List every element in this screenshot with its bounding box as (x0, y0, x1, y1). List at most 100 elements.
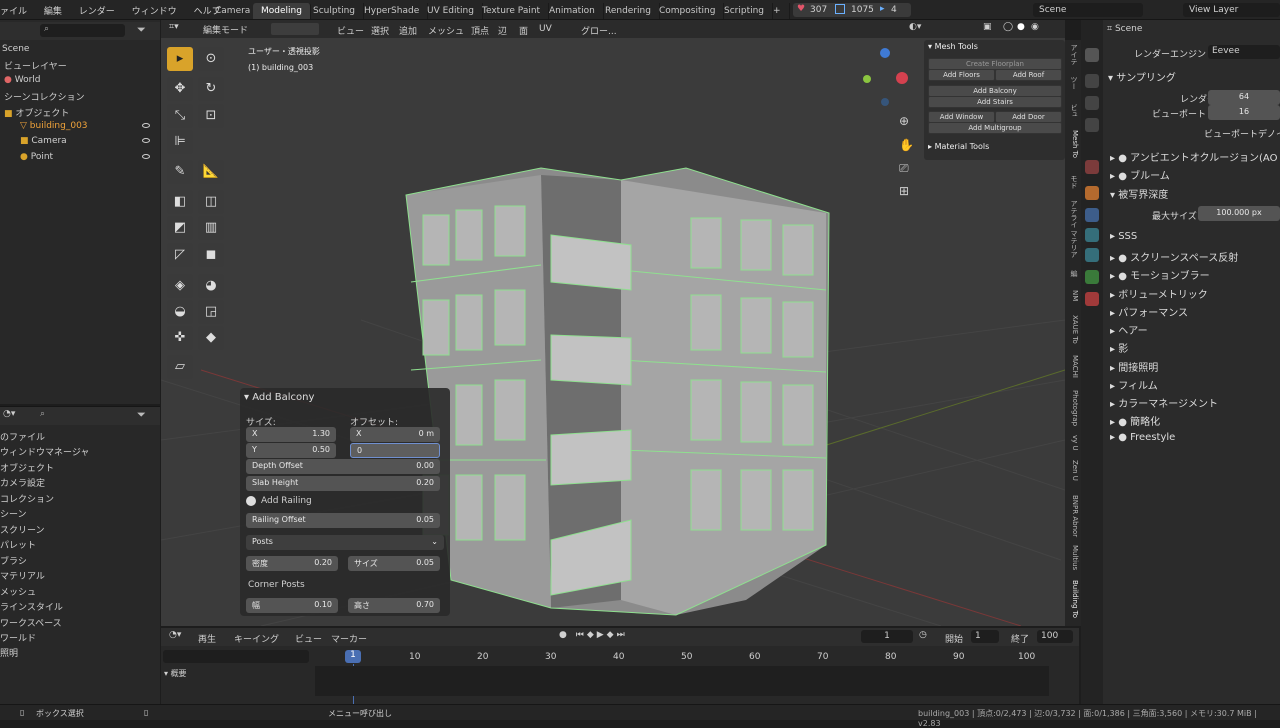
filter-icon[interactable]: ⏷ (137, 23, 146, 37)
measure-tool[interactable]: 📐 (198, 160, 224, 184)
edge-slide-tool[interactable]: ◒ (167, 300, 193, 324)
editor-type-icon[interactable]: ⌗▾ (169, 22, 179, 32)
n-tab-attr[interactable]: アテライ (1067, 200, 1079, 228)
outliner-item-camera[interactable]: ■ Camera (20, 136, 67, 146)
section-shadows[interactable]: ▸ 影 (1110, 340, 1128, 355)
list-item[interactable]: 照明 (0, 646, 18, 659)
extrude-tool[interactable]: ◧ (167, 190, 193, 214)
posts-dropdown[interactable]: Posts ⌄ (246, 535, 444, 550)
n-tab-tool[interactable]: ツー (1067, 76, 1079, 90)
outliner-search-input[interactable] (40, 24, 125, 37)
timeline-search-input[interactable] (163, 650, 309, 663)
list-item[interactable]: スクリーン (0, 523, 45, 536)
knife-tool[interactable]: ◸ (167, 243, 193, 267)
menu-edge[interactable]: 辺 (498, 24, 507, 37)
transform-orientation[interactable]: グロー... (581, 24, 617, 37)
playback-controls[interactable]: ● ⏮◆▶◆⏭ (559, 630, 628, 640)
n-tab-zen[interactable]: Zen U (1067, 460, 1079, 481)
tool-icon[interactable] (1085, 48, 1099, 62)
select-box-tool[interactable]: ▸ (167, 47, 193, 71)
menu-add[interactable]: 追加 (399, 24, 417, 37)
n-tab-nm[interactable]: NM (1067, 290, 1079, 301)
render-samples-field[interactable]: 64 (1208, 90, 1280, 105)
section-sss[interactable]: ▸ SSS (1110, 231, 1137, 242)
menu-uv[interactable]: UV (539, 24, 552, 34)
material-icon[interactable] (1085, 292, 1099, 306)
list-item[interactable]: ブラシ (0, 554, 27, 567)
n-tab-bnpr[interactable]: BNPR Abnor (1067, 495, 1079, 537)
shading-wire-icon[interactable]: ◯ (1003, 22, 1013, 32)
menu-window[interactable]: ウィンドウ (132, 7, 177, 17)
add-roof-button[interactable]: Add Roof (995, 69, 1062, 81)
view-menu[interactable]: ビュー (295, 632, 322, 645)
menu-view[interactable]: ビュー (337, 24, 364, 37)
pan-hand-icon[interactable]: ✋ (899, 138, 914, 152)
list-item[interactable]: メッシュ (0, 585, 36, 598)
list-item[interactable]: カメラ設定 (0, 476, 45, 489)
scene-icon[interactable] (1085, 160, 1099, 174)
summary-row[interactable]: ▾ 概要 (164, 668, 187, 679)
shrink-tool[interactable]: ◲ (198, 300, 224, 324)
operator-title[interactable]: ▾ Add Balcony (244, 392, 314, 403)
section-volumetrics[interactable]: ▸ ボリューメトリック (1110, 286, 1208, 301)
physics-icon[interactable] (1085, 248, 1099, 262)
section-color-management[interactable]: ▸ カラーマネージメント (1110, 395, 1218, 410)
section-hair[interactable]: ▸ ヘアー (1110, 322, 1148, 337)
width-field[interactable]: 幅 0.10 (246, 598, 338, 613)
outliner-view-layer[interactable]: ビューレイヤー (4, 59, 67, 72)
outliner-world[interactable]: ● World (4, 75, 41, 85)
max-size-field[interactable]: 100.000 px (1198, 206, 1280, 221)
cursor-tool[interactable]: ⊙ (198, 47, 224, 71)
section-motion-blur[interactable]: ▸ ● モーションブラー (1110, 267, 1210, 282)
height-field[interactable]: 高さ 0.70 (348, 598, 440, 613)
section-film[interactable]: ▸ フィルム (1110, 377, 1158, 392)
shear-tool[interactable]: ✜ (167, 326, 193, 350)
outliner-objects-collection[interactable]: ■ オブジェクト (4, 106, 69, 119)
n-tab-material[interactable]: マテリア (1067, 230, 1079, 258)
keying-menu[interactable]: キーイング (234, 632, 279, 645)
size-y-field[interactable]: Y 0.50 (246, 443, 336, 458)
scene-selector[interactable]: Scene (1033, 3, 1143, 17)
dopesheet-area[interactable] (315, 666, 1049, 696)
tab-compositing[interactable]: Compositing (651, 3, 725, 19)
ao-section[interactable]: ▸ ● アンビエントオクルージョン(AO (1110, 149, 1277, 164)
outliner-item-building[interactable]: ▽ building_003 (20, 121, 88, 131)
tab-texture-paint[interactable]: Texture Paint (474, 3, 550, 19)
rotate-tool[interactable]: ↻ (198, 77, 224, 101)
slab-height-field[interactable]: Slab Height 0.20 (246, 476, 440, 491)
spin-tool[interactable]: ◈ (167, 274, 193, 298)
section-performance[interactable]: ▸ パフォーマンス (1110, 304, 1188, 319)
render-engine-select[interactable]: Eevee (1208, 45, 1280, 59)
add-multigroup-button[interactable]: Add Multigroup (928, 122, 1062, 134)
menu-render[interactable]: レンダー (79, 7, 115, 17)
overlay-icon[interactable]: ◐▾ (909, 22, 921, 32)
material-tools-header[interactable]: ▸ Material Tools (928, 142, 989, 151)
inset-tool[interactable]: ◫ (198, 190, 224, 214)
editor-type-icon[interactable]: ◔▾ (169, 630, 181, 640)
section-ssr[interactable]: ▸ ● スクリーンスペース反射 (1110, 249, 1238, 264)
n-tab-mesh-tools[interactable]: Mesh To (1067, 130, 1079, 158)
section-freestyle[interactable]: ▸ ● Freestyle (1110, 432, 1175, 443)
list-item[interactable]: オブジェクト (0, 461, 54, 474)
output-icon[interactable] (1085, 96, 1099, 110)
list-item[interactable]: パレット (0, 538, 36, 551)
depth-offset-field[interactable]: Depth Offset 0.00 (246, 459, 440, 474)
n-tab-xaue[interactable]: XAUE To (1067, 315, 1079, 344)
n-tab-building-tools[interactable]: Building To (1067, 580, 1079, 618)
section-simplify[interactable]: ▸ ● 簡略化 (1110, 413, 1160, 428)
poly-build-tool[interactable]: ◼ (198, 243, 224, 267)
list-item[interactable]: シーン (0, 507, 27, 520)
rip-tool[interactable]: ◆ (198, 326, 224, 350)
mesh-tools-header[interactable]: ▾ Mesh Tools (928, 42, 978, 51)
n-tab-mod[interactable]: モド (1067, 175, 1079, 189)
render-icon[interactable] (1085, 74, 1099, 88)
menu-edit[interactable]: 編集 (44, 7, 62, 17)
n-tab-vy[interactable]: vy U (1067, 435, 1079, 451)
add-railing-checkbox[interactable] (246, 496, 256, 506)
zoom-icon[interactable]: ⊕ (899, 114, 909, 128)
current-frame-field[interactable]: 1 (861, 630, 913, 643)
shading-solid-icon[interactable]: ● (1017, 22, 1025, 32)
select-mode-buttons[interactable] (271, 23, 319, 35)
menu-face[interactable]: 面 (519, 24, 528, 37)
offset-x-field[interactable]: X 0 m (350, 427, 440, 442)
